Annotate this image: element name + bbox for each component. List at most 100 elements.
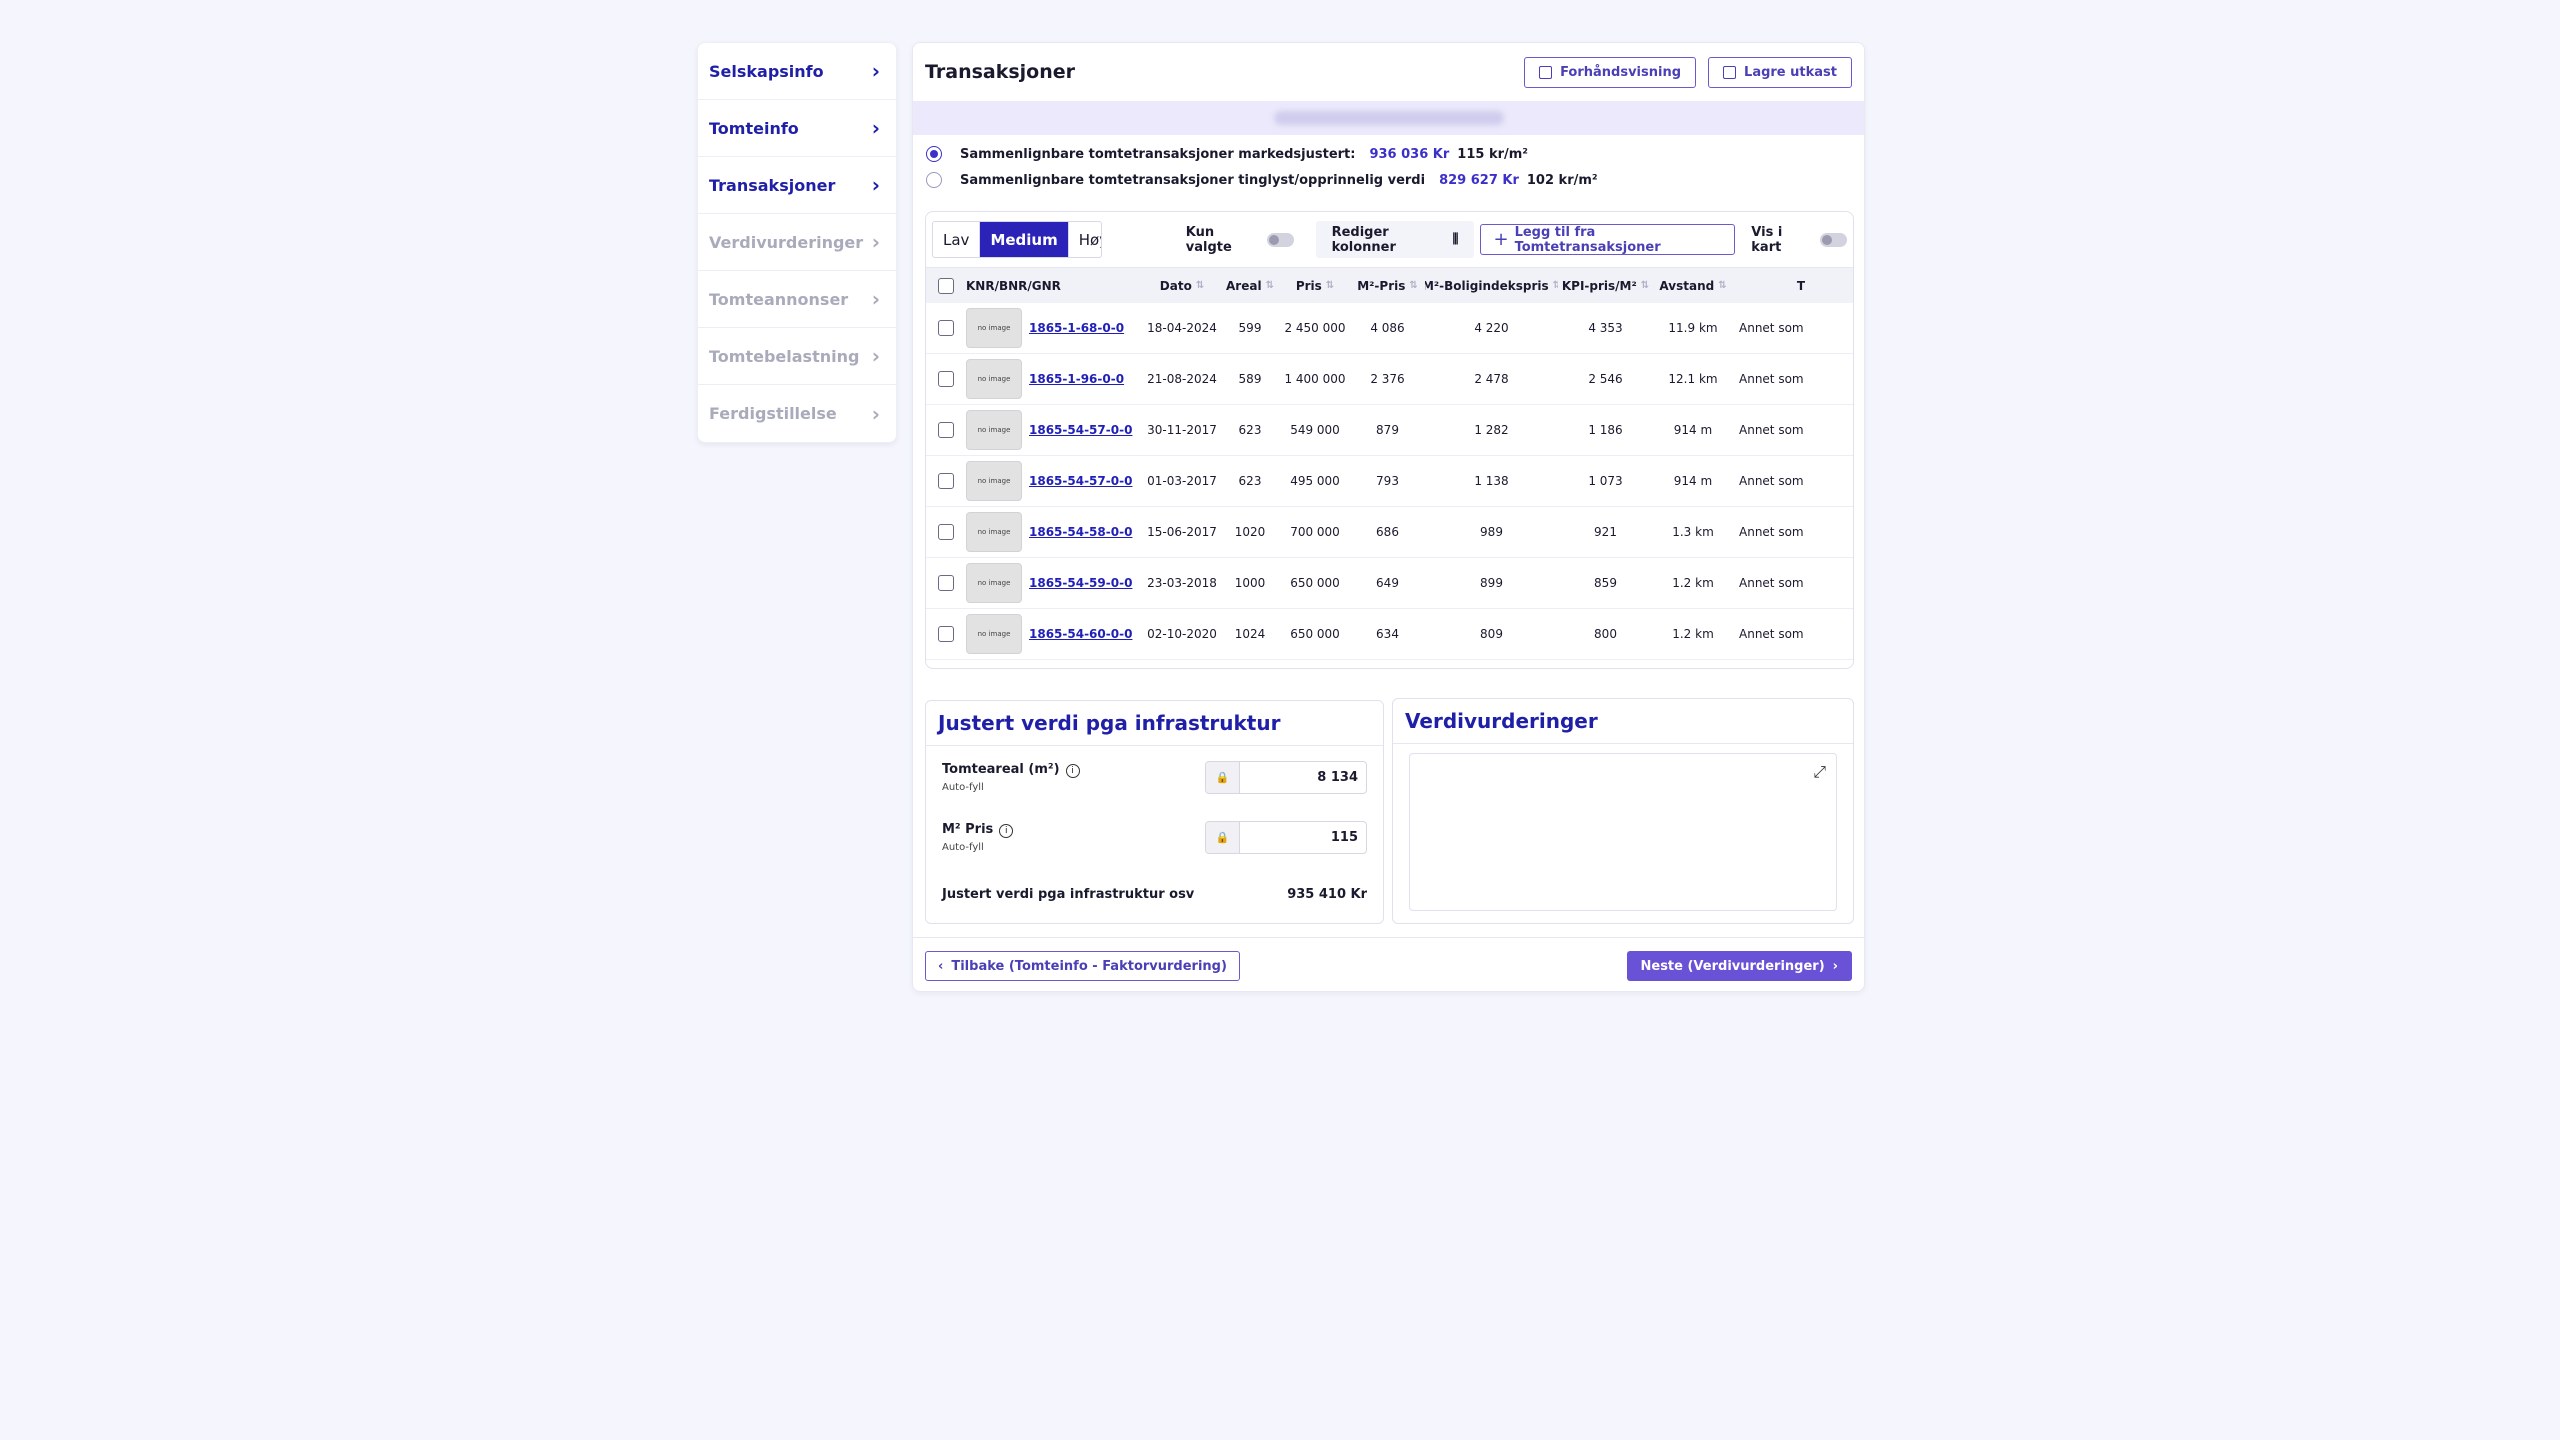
level-hoy-button[interactable]: Høy	[1069, 222, 1101, 257]
table-row[interactable]: no image 1865-54-58-0-0 15-06-2017 1020 700 …	[926, 507, 1853, 558]
cell-m2-pris: 879	[1376, 423, 1399, 437]
option-registered-value[interactable]: Sammenlignbare tomtetransaksjoner tingly…	[913, 167, 1864, 193]
column-label: Avstand	[1659, 278, 1715, 293]
cell-areal: 1024	[1234, 627, 1266, 641]
cell-kpi-pris: 800	[1594, 627, 1617, 641]
property-thumbnail: no image	[966, 512, 1022, 552]
table-row[interactable]: no image 1865-1-96-0-0 21-08-2024 589 1 400 …	[926, 354, 1853, 405]
property-link[interactable]: 1865-54-57-0-0	[1029, 474, 1132, 488]
cell-kpi-pris: 1 186	[1588, 423, 1623, 437]
cell-pris: 700 000	[1290, 525, 1340, 539]
property-link[interactable]: 1865-54-57-0-0	[1029, 423, 1132, 437]
column-label: Pris	[1295, 278, 1322, 293]
level-lav-button[interactable]: Lav	[933, 222, 981, 257]
radio-selected[interactable]	[926, 146, 942, 162]
plus-icon: +	[1493, 229, 1509, 250]
sidebar-item-verdivurderinger[interactable]: Verdivurderinger ›	[698, 214, 896, 271]
sidebar-item-label: Tomtebelastning	[709, 346, 860, 366]
sidebar-item-tomteannonser[interactable]: Tomteannonser ›	[698, 271, 896, 328]
sort-icon: ⇅	[1325, 280, 1335, 291]
property-link[interactable]: 1865-54-58-0-0	[1029, 525, 1132, 539]
cell-boligindekspris: 4 220	[1474, 321, 1509, 335]
cell-dato: 21-08-2024	[1147, 372, 1217, 386]
row-checkbox[interactable]	[938, 626, 954, 642]
page-title: Transaksjoner	[925, 61, 1076, 83]
cell-kpi-pris: 1 073	[1588, 474, 1623, 488]
sidebar-item-label: Ferdigstillelse	[709, 404, 837, 423]
cell-avstand: 1.2 km	[1672, 576, 1714, 590]
chevron-right-icon: ›	[871, 173, 880, 197]
sidebar-item-label: Selskapsinfo	[709, 61, 824, 81]
column-header-type[interactable]: T	[1733, 279, 1805, 293]
cell-boligindekspris: 2 478	[1474, 372, 1509, 386]
property-link[interactable]: 1865-1-68-0-0	[1029, 321, 1124, 335]
cell-pris: 1 400 000	[1284, 372, 1346, 386]
column-header-m2-pris[interactable]: M²-Pris ⇅	[1350, 279, 1425, 293]
table-row[interactable]: no image 1865-54-57-0-0 01-03-2017 623 495 0…	[926, 456, 1853, 507]
row-checkbox[interactable]	[938, 320, 954, 336]
column-header-boligindekspris[interactable]: M²-Boligindekspris⇅	[1425, 279, 1558, 293]
property-link[interactable]: 1865-1-96-0-0	[1029, 372, 1124, 386]
level-medium-button[interactable]: Medium	[980, 222, 1069, 257]
option-label: Sammenlignbare tomtetransaksjoner marked…	[960, 146, 1356, 162]
cell-avstand: 12.1 km	[1668, 372, 1718, 386]
row-checkbox[interactable]	[938, 422, 954, 438]
row-checkbox[interactable]	[938, 524, 954, 540]
price-input[interactable]: 🔒 115	[1205, 821, 1367, 854]
add-transactions-button[interactable]: + Legg til fra Tomtetransaksjoner	[1480, 224, 1736, 255]
next-button[interactable]: Neste (Verdivurderinger) ›	[1626, 951, 1852, 981]
step-sidebar: Selskapsinfo › Tomteinfo › Transaksjoner › …	[697, 42, 897, 443]
table-row[interactable]: no image 1865-54-60-0-0 02-10-2020 1024 650 …	[926, 609, 1853, 660]
cell-kpi-pris: 859	[1594, 576, 1617, 590]
info-icon[interactable]: i	[999, 824, 1014, 838]
only-selected-label: Kun valgte	[1185, 224, 1232, 255]
save-draft-button[interactable]: Lagre utkast	[1708, 56, 1852, 88]
table-row[interactable]: no image 1865-54-59-0-0 23-03-2018 1000 650 …	[926, 558, 1853, 609]
sidebar-item-selskapsinfo[interactable]: Selskapsinfo ›	[698, 43, 896, 100]
cell-pris: 650 000	[1290, 627, 1340, 641]
back-button[interactable]: ‹ Tilbake (Tomteinfo - Faktorvurdering)	[925, 951, 1240, 981]
price-value: 115	[1330, 830, 1358, 845]
row-checkbox[interactable]	[938, 473, 954, 489]
sidebar-item-tomteinfo[interactable]: Tomteinfo ›	[698, 100, 896, 157]
column-header-pris[interactable]: Pris ⇅	[1280, 279, 1350, 293]
cell-areal: 1020	[1234, 525, 1266, 539]
area-input[interactable]: 🔒 8 134	[1205, 761, 1367, 794]
only-selected-toggle[interactable]	[1266, 232, 1294, 247]
select-all-checkbox[interactable]	[938, 277, 954, 294]
cell-m2-pris: 634	[1376, 627, 1399, 641]
sidebar-item-ferdigstillelse[interactable]: Ferdigstillelse ›	[698, 385, 896, 442]
price-label: M² Pris	[942, 822, 994, 837]
adjusted-value-card: Justert verdi pga infrastruktur Tomteare…	[925, 700, 1384, 924]
chevron-left-icon: ‹	[938, 958, 944, 974]
info-icon[interactable]: i	[1065, 764, 1080, 778]
cell-type: Annet som	[1739, 525, 1804, 539]
cell-kpi-pris: 4 353	[1588, 321, 1623, 335]
table-row[interactable]: no image 1865-1-68-0-0 18-04-2024 599 2 450 …	[926, 303, 1853, 354]
option-market-adjusted[interactable]: Sammenlignbare tomtetransaksjoner marked…	[913, 141, 1864, 167]
sidebar-item-tomtebelastning[interactable]: Tomtebelastning ›	[698, 328, 896, 385]
column-header-avstand[interactable]: Avstand ⇅	[1653, 279, 1733, 293]
edit-columns-button[interactable]: Rediger kolonner ⫼	[1315, 221, 1475, 258]
show-map-toggle[interactable]	[1820, 232, 1847, 247]
cell-pris: 495 000	[1290, 474, 1340, 488]
row-checkbox[interactable]	[938, 575, 954, 591]
cell-type: Annet som	[1739, 627, 1804, 641]
radio-unselected[interactable]	[926, 172, 942, 188]
row-checkbox[interactable]	[938, 371, 954, 387]
property-link[interactable]: 1865-54-60-0-0	[1029, 627, 1132, 641]
expand-icon[interactable]: ⤢	[1813, 762, 1826, 782]
preview-button[interactable]: Forhåndsvisning	[1524, 56, 1697, 88]
option-per-m2: 102 kr/m²	[1526, 172, 1598, 188]
table-row[interactable]: no image 1865-54-57-0-0 30-11-2017 623 549 0…	[926, 405, 1853, 456]
column-header-kpi-pris[interactable]: KPI-pris/M² ⇅	[1558, 279, 1653, 293]
level-selector: Lav Medium Høy	[932, 221, 1102, 258]
column-header-knr[interactable]: KNR/BNR/GNR	[966, 279, 1144, 293]
table-body: no image 1865-1-68-0-0 18-04-2024 599 2 450 …	[926, 303, 1853, 660]
property-link[interactable]: 1865-54-59-0-0	[1029, 576, 1132, 590]
column-header-dato[interactable]: Dato ⇅	[1144, 279, 1220, 293]
column-header-areal[interactable]: Areal ⇅	[1220, 279, 1280, 293]
sidebar-item-transaksjoner[interactable]: Transaksjoner ›	[698, 157, 896, 214]
column-label: M²-Pris	[1357, 278, 1406, 293]
cell-pris: 2 450 000	[1284, 321, 1346, 335]
